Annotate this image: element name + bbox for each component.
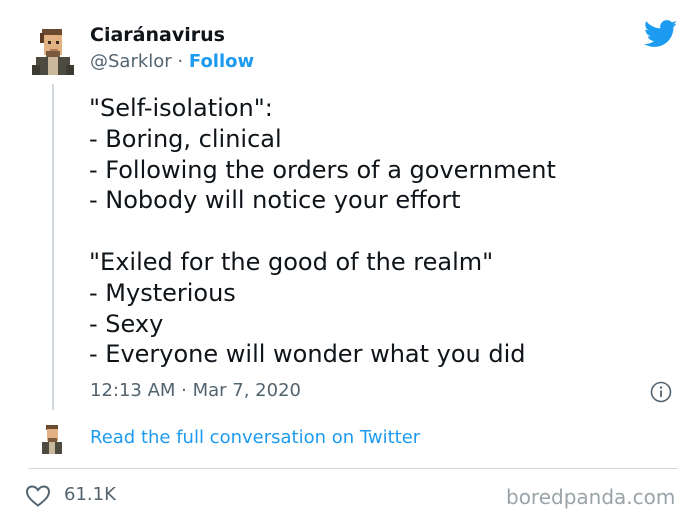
tweet-line: - Sexy <box>89 309 164 338</box>
author-handle-row: @Sarklor · Follow <box>90 51 254 72</box>
tweet-line: "Exiled for the good of the realm" <box>89 247 494 276</box>
embedded-tweet-card: Ciaránavirus @Sarklor · Follow "Self-iso… <box>0 0 700 522</box>
tweet-line: - Everyone will wonder what you did <box>89 340 526 369</box>
tweet-line: "Self-isolation": <box>89 94 273 122</box>
tweet-line: - Nobody will notice your effort <box>89 186 461 215</box>
tweet-timestamp[interactable]: 12:13 AM · Mar 7, 2020 <box>90 380 301 401</box>
pixel-portrait-avatar-icon <box>26 23 78 79</box>
tweet-line: - Boring, clinical <box>89 124 282 153</box>
author-display-name[interactable]: Ciaránavirus <box>90 24 225 46</box>
footer-divider <box>28 468 678 469</box>
follow-button[interactable]: Follow <box>189 51 254 72</box>
pixel-portrait-small-icon <box>42 425 62 454</box>
read-conversation-link[interactable]: Read the full conversation on Twitter <box>90 427 420 448</box>
info-icon[interactable] <box>650 381 672 403</box>
author-avatar[interactable] <box>26 23 78 79</box>
tweet-line: - Mysterious <box>89 278 236 307</box>
thread-connector-line <box>52 84 54 410</box>
heart-icon[interactable] <box>25 484 51 508</box>
handle-separator: · <box>171 51 189 72</box>
conversation-avatar[interactable] <box>37 422 67 458</box>
tweet-line: - Following the orders of a government <box>89 155 556 184</box>
author-handle[interactable]: @Sarklor <box>90 51 172 72</box>
source-watermark: boredpanda.com <box>506 485 676 509</box>
tweet-text: "Self-isolation": - Boring, clinical - F… <box>89 93 669 370</box>
like-count[interactable]: 61.1K <box>64 484 116 505</box>
twitter-bird-icon[interactable] <box>643 20 678 48</box>
